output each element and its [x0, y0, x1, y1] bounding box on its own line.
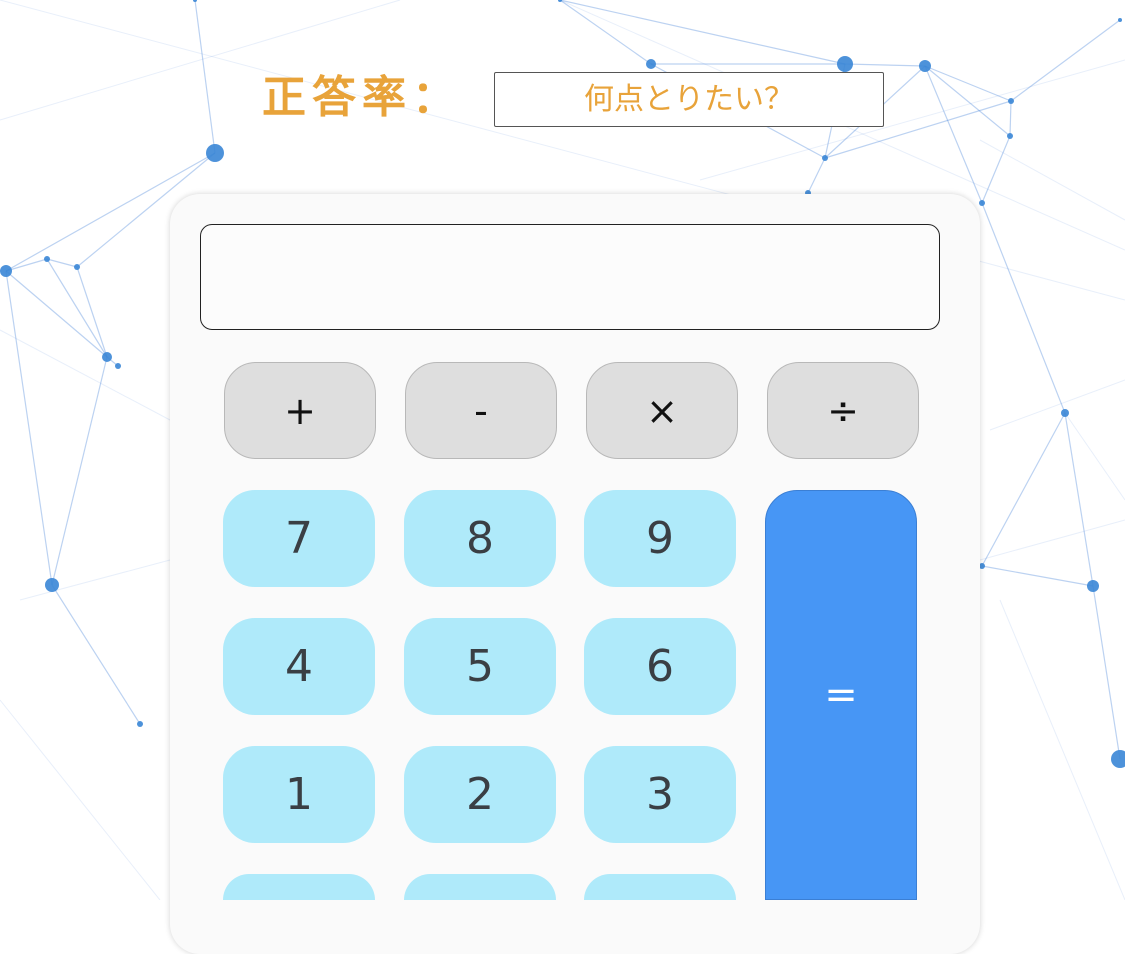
- network-line: [807, 157, 826, 194]
- digit-6-button[interactable]: 6: [584, 618, 736, 715]
- equals-button[interactable]: =: [765, 490, 917, 900]
- network-node: [102, 352, 112, 362]
- network-node: [1061, 409, 1069, 417]
- network-line: [19, 559, 171, 601]
- network-line: [51, 356, 108, 586]
- digit-7-button[interactable]: 7: [223, 490, 375, 587]
- network-node: [1087, 580, 1099, 592]
- network-line: [1064, 412, 1094, 587]
- network-node: [1111, 750, 1125, 768]
- divide-button[interactable]: ÷: [767, 362, 919, 459]
- network-line: [0, 699, 161, 900]
- network-node: [837, 56, 853, 72]
- network-node: [137, 721, 143, 727]
- network-line: [46, 258, 108, 358]
- network-line: [1064, 412, 1125, 501]
- network-line: [924, 65, 983, 204]
- network-node: [919, 60, 931, 72]
- network-line: [559, 0, 652, 65]
- network-line: [1009, 100, 1012, 137]
- digit-2-button[interactable]: 2: [404, 746, 556, 843]
- subtract-button[interactable]: -: [405, 362, 557, 459]
- add-button[interactable]: +: [224, 362, 376, 459]
- digit-8-button[interactable]: 8: [404, 490, 556, 587]
- network-line: [5, 258, 48, 272]
- network-line: [559, 0, 846, 65]
- network-node: [206, 144, 224, 162]
- network-line: [1010, 19, 1121, 102]
- network-node: [193, 0, 197, 2]
- multiply-button[interactable]: ×: [586, 362, 738, 459]
- target-score-input[interactable]: [494, 72, 884, 127]
- network-node: [822, 155, 828, 161]
- network-line: [1092, 585, 1121, 760]
- network-line: [999, 599, 1125, 900]
- network-node: [44, 256, 50, 262]
- network-node: [115, 363, 121, 369]
- network-node: [0, 265, 12, 277]
- network-line: [844, 63, 926, 67]
- network-line: [194, 0, 216, 154]
- network-line: [979, 519, 1125, 561]
- network-line: [5, 270, 53, 586]
- digit-button-partial[interactable]: [223, 874, 375, 900]
- network-line: [981, 202, 1066, 414]
- network-line: [979, 139, 1125, 221]
- network-node: [74, 264, 80, 270]
- network-line: [51, 584, 141, 725]
- digit-4-button[interactable]: 4: [223, 618, 375, 715]
- network-line: [981, 412, 1066, 567]
- network-line: [989, 379, 1125, 431]
- calculator-panel: + - × ÷ 7 8 9 4 5 6 1 2 3 =: [170, 194, 980, 954]
- digit-button-partial[interactable]: [404, 874, 556, 900]
- network-node: [45, 578, 59, 592]
- calculator-display: [200, 224, 940, 330]
- accuracy-title: 正答率：: [262, 72, 462, 123]
- network-node: [1118, 18, 1122, 22]
- digit-3-button[interactable]: 3: [584, 746, 736, 843]
- network-node: [1008, 98, 1014, 104]
- network-line: [981, 565, 1094, 587]
- digit-5-button[interactable]: 5: [404, 618, 556, 715]
- digit-button-partial[interactable]: [584, 874, 736, 900]
- digit-1-button[interactable]: 1: [223, 746, 375, 843]
- network-node: [1007, 133, 1013, 139]
- network-line: [924, 65, 1011, 137]
- digit-9-button[interactable]: 9: [584, 490, 736, 587]
- network-line: [5, 270, 108, 358]
- network-node: [979, 200, 985, 206]
- network-node: [646, 59, 656, 69]
